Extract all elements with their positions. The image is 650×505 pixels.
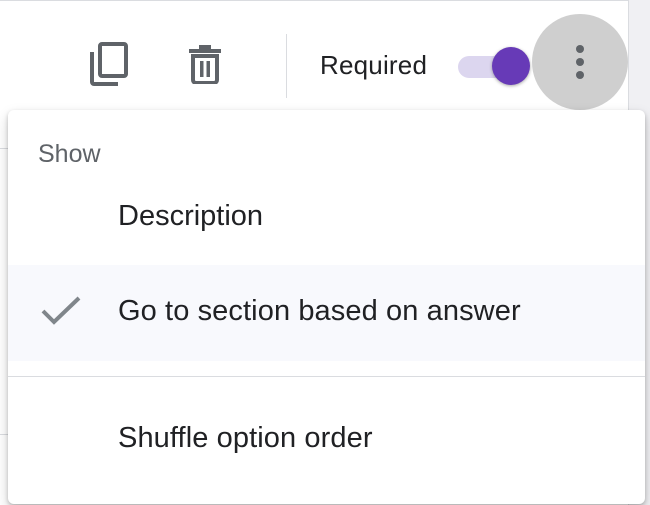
more-options-menu: Show Description Go to section based on … — [8, 110, 645, 504]
toolbar-divider — [286, 34, 287, 98]
background-divider — [0, 434, 8, 435]
duplicate-button[interactable] — [82, 34, 136, 94]
checkmark-icon — [41, 296, 81, 325]
toggle-knob — [492, 47, 530, 85]
menu-item-shuffle-option-order[interactable]: Shuffle option order — [8, 392, 645, 488]
delete-button[interactable] — [178, 34, 232, 94]
menu-item-label: Go to section based on answer — [118, 295, 521, 327]
required-label: Required — [320, 50, 428, 80]
menu-item-label: Shuffle option order — [118, 422, 373, 454]
trash-icon — [189, 45, 221, 84]
background-divider — [0, 148, 8, 149]
menu-divider — [8, 376, 645, 377]
menu-item-description[interactable] — [8, 184, 645, 270]
menu-item-label: Description — [118, 200, 264, 232]
required-toggle[interactable] — [456, 44, 536, 88]
vertical-dots-icon — [576, 45, 584, 79]
menu-section-label: Show — [38, 140, 101, 168]
duplicate-icon — [90, 42, 128, 86]
more-options-button[interactable] — [532, 14, 628, 110]
menu-item-go-to-section[interactable]: Go to section based on answer — [8, 265, 645, 361]
